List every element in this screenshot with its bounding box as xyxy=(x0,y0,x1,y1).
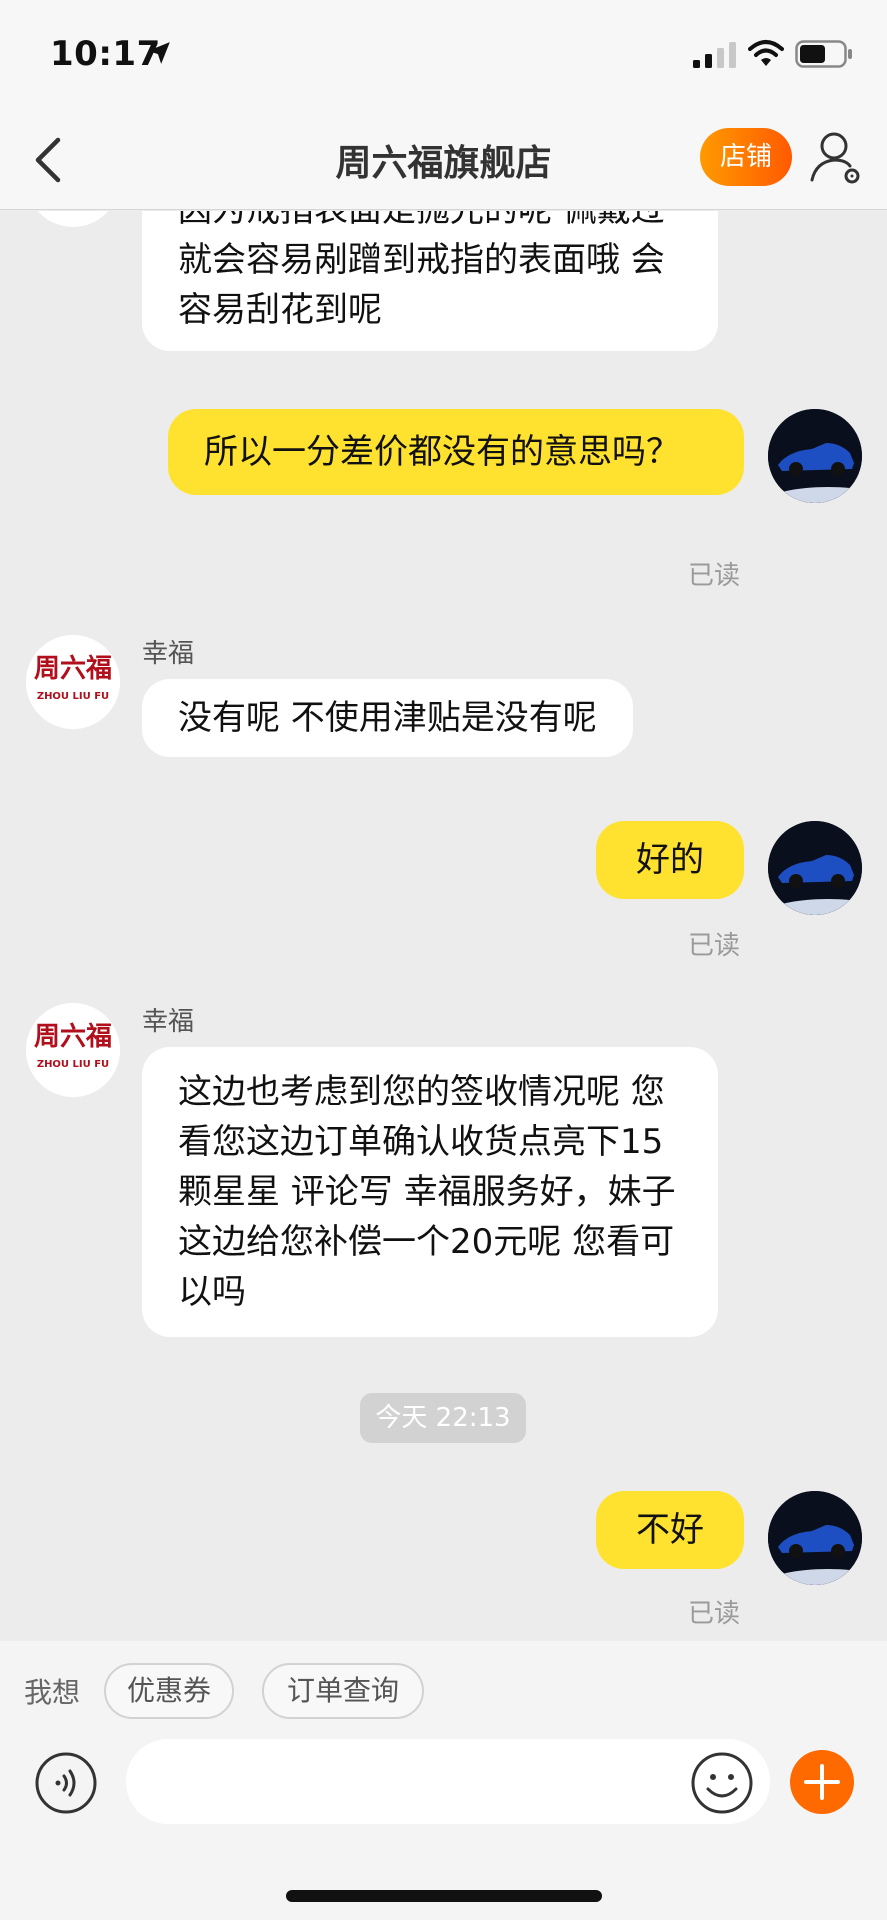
location-arrow-icon xyxy=(148,42,170,64)
sender-name: 幸福 xyxy=(142,1007,195,1037)
wifi-icon xyxy=(748,40,784,66)
user-avatar[interactable] xyxy=(768,1491,862,1585)
battery-icon xyxy=(795,40,852,68)
read-receipt: 已读 xyxy=(688,931,741,961)
plus-icon xyxy=(804,1764,840,1800)
message-bubble-self: 所以一分差价都没有的意思吗？ xyxy=(168,409,744,495)
timestamp-divider: 今天 22:13 xyxy=(360,1393,526,1443)
user-avatar[interactable] xyxy=(768,409,862,503)
emoji-icon[interactable] xyxy=(690,1751,754,1815)
read-receipt: 已读 xyxy=(688,1599,741,1629)
nav-bar: 周六福旗舰店 店铺 xyxy=(0,110,887,210)
plus-button[interactable] xyxy=(790,1750,854,1814)
message-bubble-self: 不好 xyxy=(596,1491,744,1569)
user-settings-icon[interactable] xyxy=(808,128,864,188)
coupon-chip[interactable]: 优惠券 xyxy=(104,1663,234,1719)
shop-avatar[interactable]: 周六福 ZHOU LIU FU xyxy=(26,1003,120,1097)
home-indicator[interactable] xyxy=(286,1890,602,1902)
quick-action-bar: 我想 优惠券 订单查询 xyxy=(0,1641,887,1739)
svg-text:ZHOU LIU FU: ZHOU LIU FU xyxy=(37,1059,109,1070)
message-input[interactable] xyxy=(126,1739,770,1824)
shop-avatar[interactable] xyxy=(26,211,120,227)
status-time: 10:17 xyxy=(50,34,161,74)
user-avatar[interactable] xyxy=(768,821,862,915)
voice-icon[interactable] xyxy=(34,1751,98,1815)
shop-avatar[interactable]: 周六福 ZHOU LIU FU xyxy=(26,635,120,729)
message-bubble-shop: 这边也考虑到您的签收情况呢 您看您这边订单确认收货点亮下15颗星星 评论写 幸福… xyxy=(142,1047,718,1337)
read-receipt: 已读 xyxy=(688,561,741,591)
status-bar: 10:17 xyxy=(0,0,887,110)
input-bar xyxy=(0,1739,887,1920)
chat-area[interactable]: 因为戒指表面是抛光的呢 佩戴过就会容易剐蹭到戒指的表面哦 会容易刮花到呢 所以一… xyxy=(0,211,887,1641)
shop-logo-text: 周六福 xyxy=(34,654,112,684)
message-bubble-shop: 没有呢 不使用津贴是没有呢 xyxy=(142,679,633,757)
svg-text:周六福: 周六福 xyxy=(34,1022,112,1052)
signal-icon xyxy=(693,42,736,68)
store-button[interactable]: 店铺 xyxy=(700,128,792,186)
message-bubble-shop: 因为戒指表面是抛光的呢 佩戴过就会容易剐蹭到戒指的表面哦 会容易刮花到呢 xyxy=(142,211,718,351)
message-bubble-self: 好的 xyxy=(596,821,744,899)
sender-name: 幸福 xyxy=(142,639,195,669)
order-query-chip[interactable]: 订单查询 xyxy=(262,1663,424,1719)
quick-label: 我想 xyxy=(24,1676,81,1709)
svg-text:ZHOU LIU FU: ZHOU LIU FU xyxy=(37,691,109,702)
